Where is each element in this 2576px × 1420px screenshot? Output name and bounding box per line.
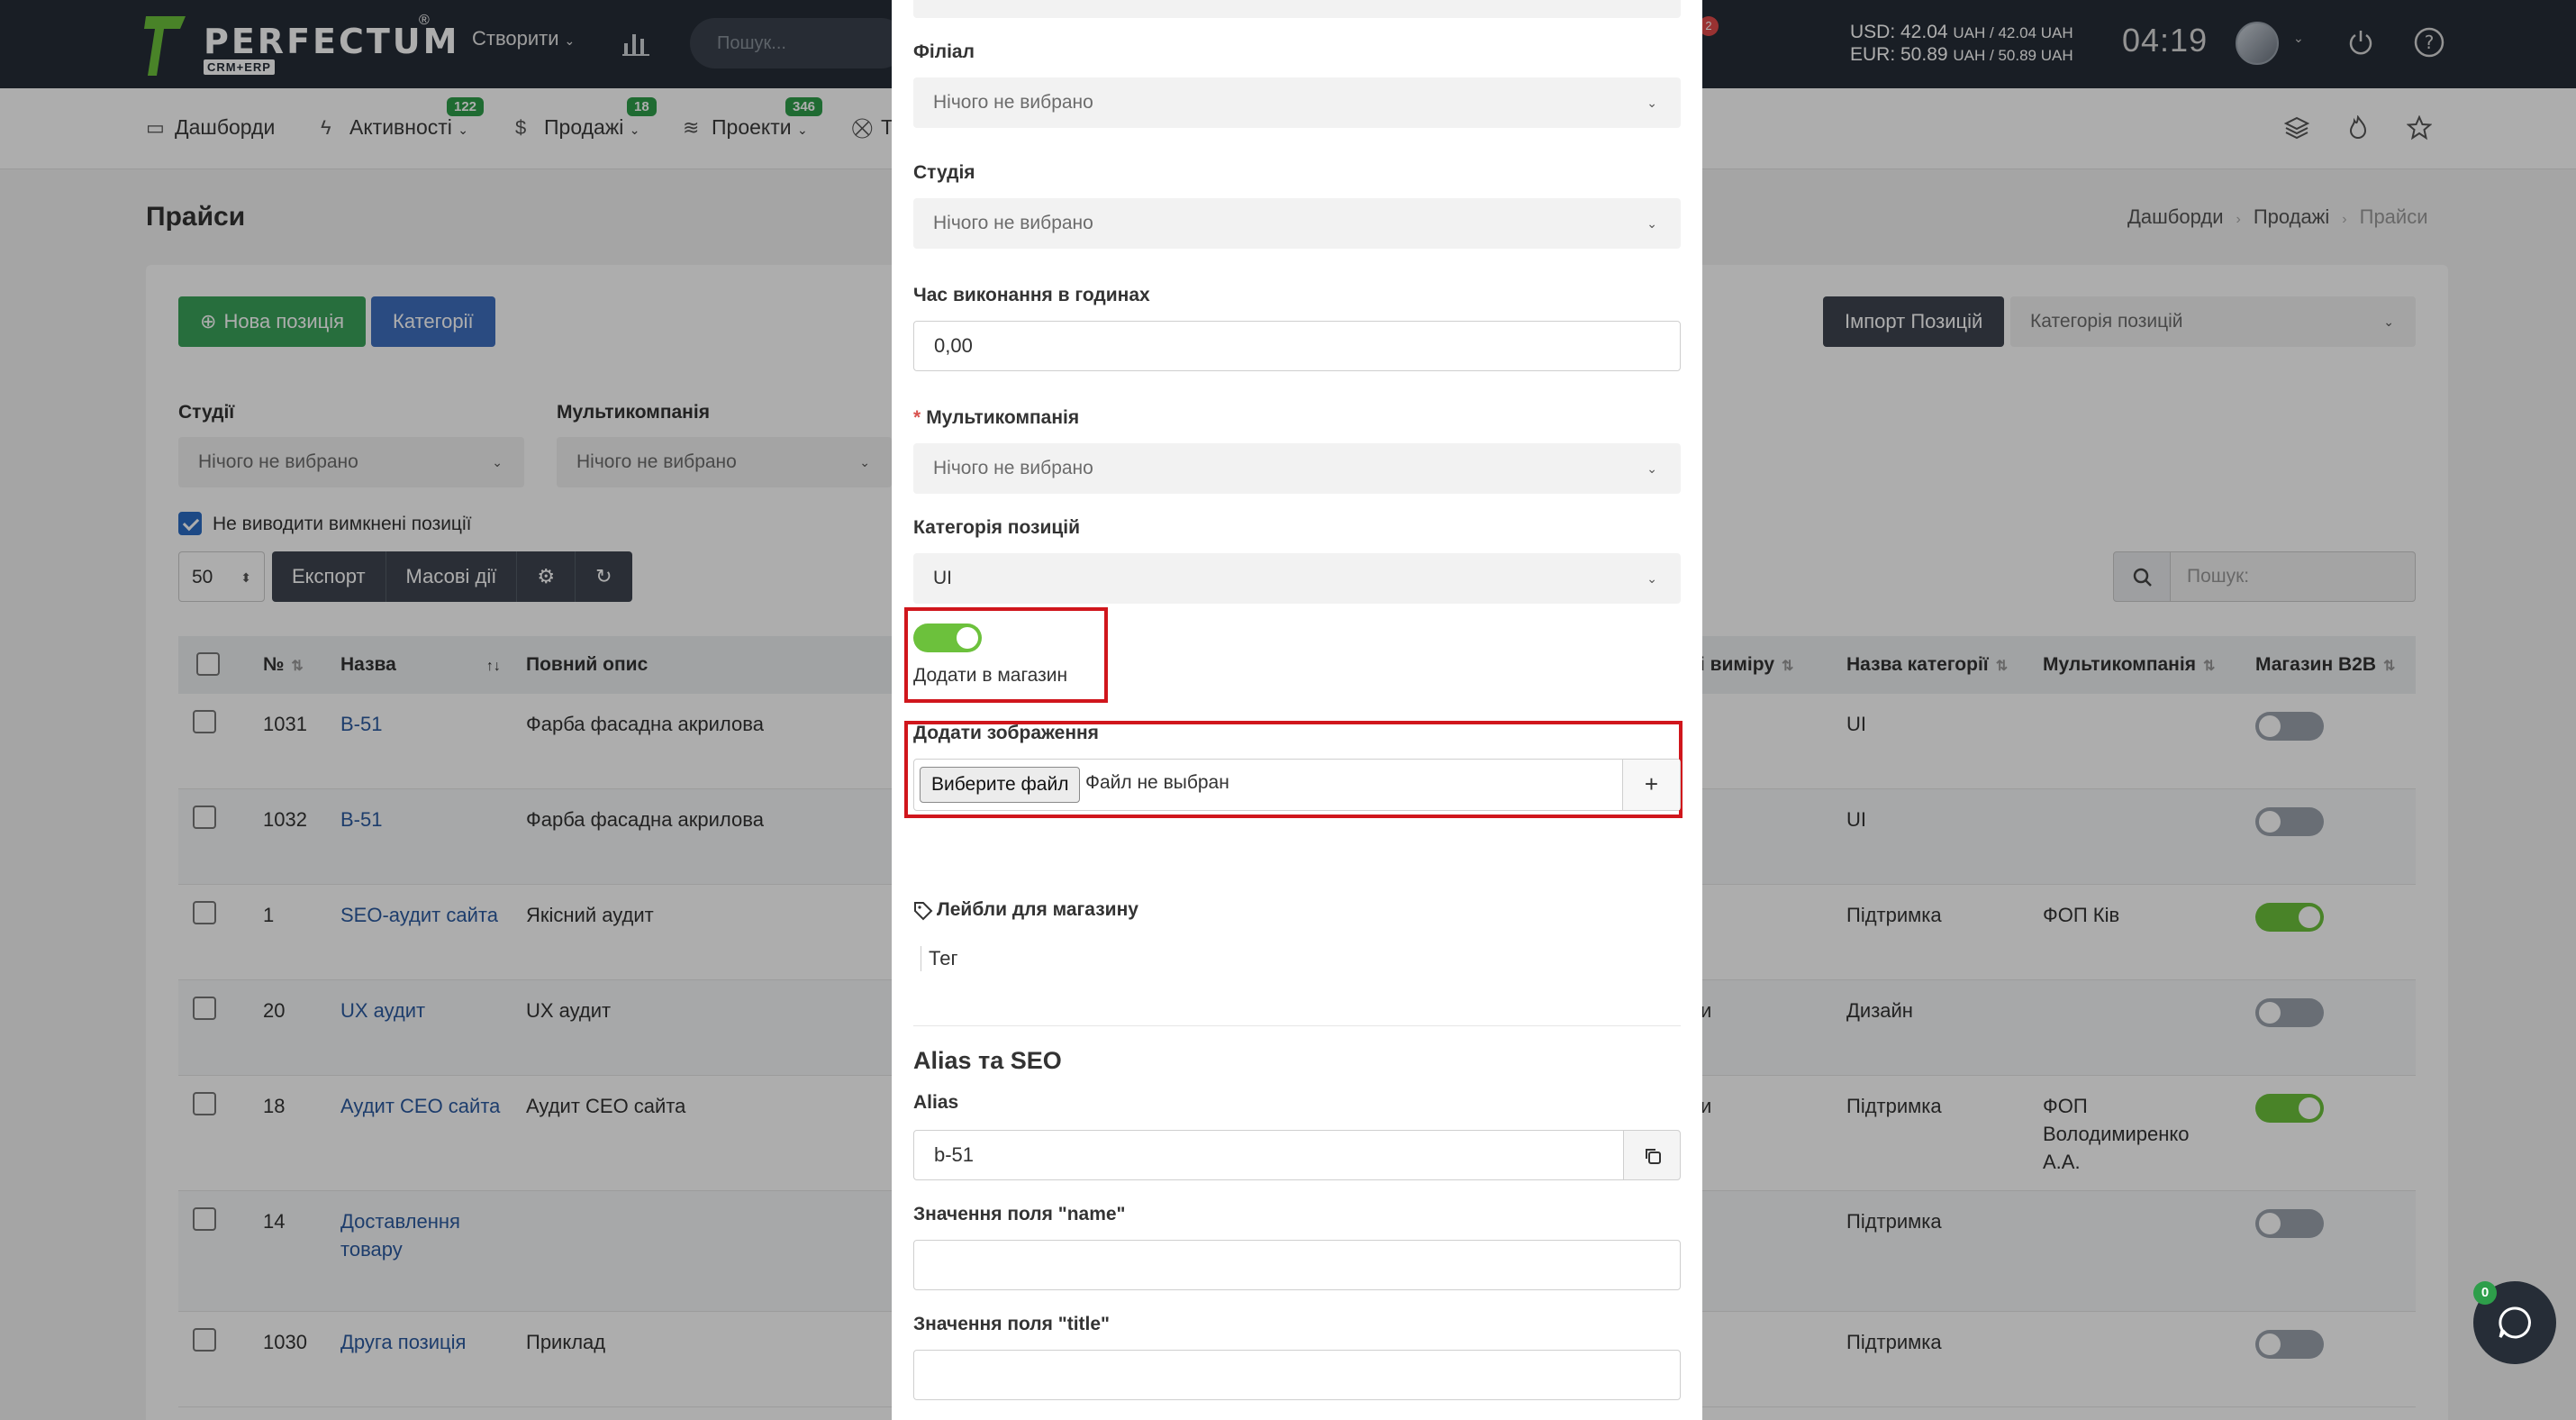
file-status-text: Файл не выбран <box>1085 772 1229 793</box>
choose-file-button[interactable]: Виберите файл <box>920 767 1081 803</box>
name-field-input[interactable] <box>913 1240 1681 1290</box>
chevron-down-icon: ⌄ <box>1646 216 1657 231</box>
chevron-down-icon: ⌄ <box>1646 461 1657 476</box>
title-field-input[interactable] <box>913 1350 1681 1400</box>
add-to-shop-label: Додати в магазин <box>913 665 1068 686</box>
title-field-label: Значення поля "title" <box>913 1314 1110 1334</box>
alias-input[interactable]: b-51 <box>913 1130 1625 1180</box>
chevron-down-icon: ⌄ <box>1646 571 1657 586</box>
alias-label: Alias <box>913 1092 959 1113</box>
add-image-plus-button[interactable]: + <box>1622 760 1680 810</box>
position-category-select[interactable]: UI ⌄ <box>913 553 1681 604</box>
multicompany-select[interactable]: Нічого не вибрано ⌄ <box>913 443 1681 494</box>
tag-input[interactable]: Тег <box>921 946 957 971</box>
multicompany-label: * Мультикомпанія <box>913 407 1080 428</box>
tag-icon <box>914 902 933 921</box>
hours-label: Час виконання в годинах <box>913 285 1150 305</box>
chat-badge: 0 <box>2473 1281 2497 1305</box>
alias-seo-title: Alias та SEO <box>913 1047 1062 1074</box>
name-field-label: Значення поля "name" <box>913 1204 1126 1224</box>
image-file-group: Виберите файл Файл не выбран + <box>913 759 1681 811</box>
section-divider <box>913 1025 1681 1026</box>
required-mark: * <box>913 407 921 428</box>
chat-icon <box>2499 1306 2531 1339</box>
copy-icon <box>1646 1149 1661 1164</box>
copy-alias-button[interactable] <box>1623 1130 1681 1180</box>
branch-label: Філіал <box>913 41 975 62</box>
position-category-label: Категорія позицій <box>913 517 1081 538</box>
branch-select[interactable]: Нічого не вибрано ⌄ <box>913 77 1681 128</box>
shop-labels-title: Лейбли для магазину <box>937 899 1138 920</box>
chevron-down-icon: ⌄ <box>1646 96 1657 110</box>
previous-field-select[interactable] <box>913 0 1681 18</box>
add-image-label: Додати зображення <box>913 723 1099 743</box>
add-to-shop-toggle[interactable] <box>913 624 982 652</box>
studio-label: Студія <box>913 162 975 183</box>
studio-select[interactable]: Нічого не вибрано ⌄ <box>913 198 1681 249</box>
hours-input[interactable]: 0,00 <box>913 321 1681 371</box>
